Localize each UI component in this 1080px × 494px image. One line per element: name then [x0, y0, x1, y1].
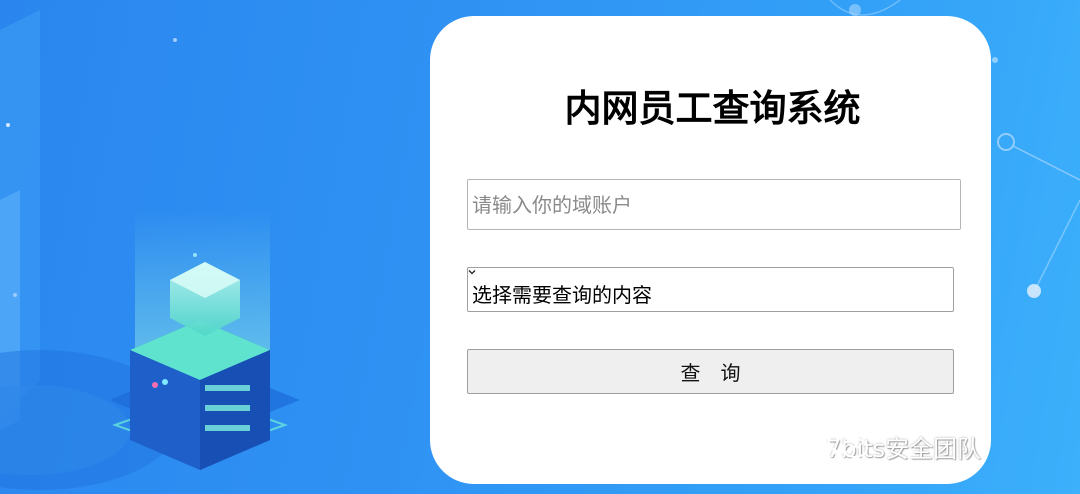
background: 内网员工查询系统 选择需要查询的内容 查询 7bits安全团队: [0, 0, 1080, 494]
page-title: 内网员工查询系统: [564, 87, 861, 130]
wechat-icon: [828, 429, 868, 458]
watermark: 7bits安全团队: [826, 426, 981, 466]
query-content-select[interactable]: 选择需要查询的内容: [467, 267, 954, 312]
domain-account-input[interactable]: [467, 179, 961, 230]
select-selected-value: 选择需要查询的内容: [472, 283, 652, 307]
chevron-down-icon: [468, 270, 476, 275]
query-card: 内网员工查询系统 选择需要查询的内容 查询: [430, 16, 991, 484]
query-button[interactable]: 查询: [467, 349, 954, 394]
